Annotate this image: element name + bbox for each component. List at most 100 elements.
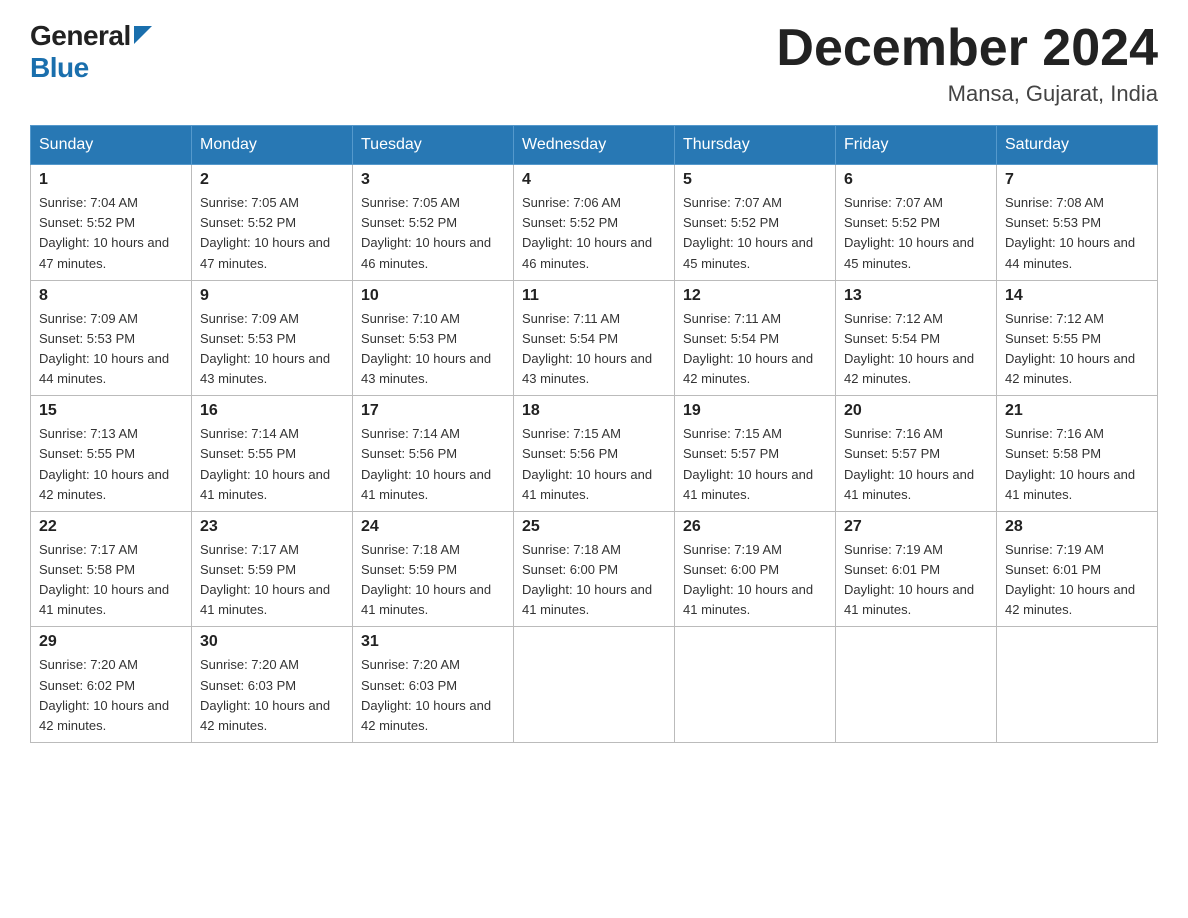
day-info: Sunrise: 7:05 AMSunset: 5:52 PMDaylight:… xyxy=(361,193,505,274)
day-number: 6 xyxy=(844,171,988,189)
calendar-day-cell xyxy=(514,627,675,743)
calendar-header-saturday: Saturday xyxy=(997,126,1158,165)
calendar-day-cell: 4 Sunrise: 7:06 AMSunset: 5:52 PMDayligh… xyxy=(514,165,675,281)
day-number: 4 xyxy=(522,171,666,189)
calendar-day-cell: 12 Sunrise: 7:11 AMSunset: 5:54 PMDaylig… xyxy=(675,280,836,396)
day-info: Sunrise: 7:12 AMSunset: 5:55 PMDaylight:… xyxy=(1005,309,1149,390)
day-number: 9 xyxy=(200,287,344,305)
calendar-day-cell: 15 Sunrise: 7:13 AMSunset: 5:55 PMDaylig… xyxy=(31,396,192,512)
day-info: Sunrise: 7:15 AMSunset: 5:56 PMDaylight:… xyxy=(522,424,666,505)
day-number: 10 xyxy=(361,287,505,305)
day-info: Sunrise: 7:11 AMSunset: 5:54 PMDaylight:… xyxy=(683,309,827,390)
day-info: Sunrise: 7:19 AMSunset: 6:01 PMDaylight:… xyxy=(844,540,988,621)
calendar-day-cell: 10 Sunrise: 7:10 AMSunset: 5:53 PMDaylig… xyxy=(353,280,514,396)
day-info: Sunrise: 7:19 AMSunset: 6:01 PMDaylight:… xyxy=(1005,540,1149,621)
calendar-day-cell: 29 Sunrise: 7:20 AMSunset: 6:02 PMDaylig… xyxy=(31,627,192,743)
day-info: Sunrise: 7:08 AMSunset: 5:53 PMDaylight:… xyxy=(1005,193,1149,274)
calendar-day-cell: 23 Sunrise: 7:17 AMSunset: 5:59 PMDaylig… xyxy=(192,511,353,627)
day-number: 2 xyxy=(200,171,344,189)
day-number: 13 xyxy=(844,287,988,305)
day-info: Sunrise: 7:15 AMSunset: 5:57 PMDaylight:… xyxy=(683,424,827,505)
day-info: Sunrise: 7:09 AMSunset: 5:53 PMDaylight:… xyxy=(39,309,183,390)
calendar-header-tuesday: Tuesday xyxy=(353,126,514,165)
logo-arrow-icon xyxy=(134,26,152,44)
location-text: Mansa, Gujarat, India xyxy=(776,81,1158,107)
calendar-day-cell xyxy=(675,627,836,743)
calendar-day-cell: 28 Sunrise: 7:19 AMSunset: 6:01 PMDaylig… xyxy=(997,511,1158,627)
day-number: 19 xyxy=(683,402,827,420)
calendar-day-cell: 21 Sunrise: 7:16 AMSunset: 5:58 PMDaylig… xyxy=(997,396,1158,512)
day-number: 7 xyxy=(1005,171,1149,189)
day-number: 30 xyxy=(200,633,344,651)
day-info: Sunrise: 7:04 AMSunset: 5:52 PMDaylight:… xyxy=(39,193,183,274)
calendar-day-cell xyxy=(997,627,1158,743)
calendar-day-cell: 17 Sunrise: 7:14 AMSunset: 5:56 PMDaylig… xyxy=(353,396,514,512)
day-number: 29 xyxy=(39,633,183,651)
calendar-header-sunday: Sunday xyxy=(31,126,192,165)
day-number: 20 xyxy=(844,402,988,420)
calendar-week-row: 1 Sunrise: 7:04 AMSunset: 5:52 PMDayligh… xyxy=(31,165,1158,281)
calendar-day-cell: 27 Sunrise: 7:19 AMSunset: 6:01 PMDaylig… xyxy=(836,511,997,627)
day-number: 1 xyxy=(39,171,183,189)
day-info: Sunrise: 7:13 AMSunset: 5:55 PMDaylight:… xyxy=(39,424,183,505)
calendar-week-row: 15 Sunrise: 7:13 AMSunset: 5:55 PMDaylig… xyxy=(31,396,1158,512)
header-right: December 2024 Mansa, Gujarat, India xyxy=(776,20,1158,107)
day-number: 11 xyxy=(522,287,666,305)
day-number: 21 xyxy=(1005,402,1149,420)
calendar-day-cell: 26 Sunrise: 7:19 AMSunset: 6:00 PMDaylig… xyxy=(675,511,836,627)
calendar-day-cell: 6 Sunrise: 7:07 AMSunset: 5:52 PMDayligh… xyxy=(836,165,997,281)
calendar-day-cell: 8 Sunrise: 7:09 AMSunset: 5:53 PMDayligh… xyxy=(31,280,192,396)
day-number: 26 xyxy=(683,518,827,536)
calendar-day-cell: 30 Sunrise: 7:20 AMSunset: 6:03 PMDaylig… xyxy=(192,627,353,743)
day-info: Sunrise: 7:05 AMSunset: 5:52 PMDaylight:… xyxy=(200,193,344,274)
day-number: 8 xyxy=(39,287,183,305)
calendar-header-friday: Friday xyxy=(836,126,997,165)
calendar-day-cell: 5 Sunrise: 7:07 AMSunset: 5:52 PMDayligh… xyxy=(675,165,836,281)
day-number: 23 xyxy=(200,518,344,536)
calendar-day-cell: 2 Sunrise: 7:05 AMSunset: 5:52 PMDayligh… xyxy=(192,165,353,281)
calendar-week-row: 29 Sunrise: 7:20 AMSunset: 6:02 PMDaylig… xyxy=(31,627,1158,743)
calendar-header-thursday: Thursday xyxy=(675,126,836,165)
day-number: 17 xyxy=(361,402,505,420)
calendar-table: SundayMondayTuesdayWednesdayThursdayFrid… xyxy=(30,125,1158,743)
day-info: Sunrise: 7:20 AMSunset: 6:03 PMDaylight:… xyxy=(361,655,505,736)
calendar-day-cell: 22 Sunrise: 7:17 AMSunset: 5:58 PMDaylig… xyxy=(31,511,192,627)
day-info: Sunrise: 7:07 AMSunset: 5:52 PMDaylight:… xyxy=(844,193,988,274)
day-info: Sunrise: 7:20 AMSunset: 6:03 PMDaylight:… xyxy=(200,655,344,736)
calendar-header-monday: Monday xyxy=(192,126,353,165)
calendar-day-cell: 3 Sunrise: 7:05 AMSunset: 5:52 PMDayligh… xyxy=(353,165,514,281)
calendar-day-cell: 1 Sunrise: 7:04 AMSunset: 5:52 PMDayligh… xyxy=(31,165,192,281)
calendar-day-cell: 7 Sunrise: 7:08 AMSunset: 5:53 PMDayligh… xyxy=(997,165,1158,281)
logo: General Blue xyxy=(30,20,152,84)
calendar-week-row: 8 Sunrise: 7:09 AMSunset: 5:53 PMDayligh… xyxy=(31,280,1158,396)
day-number: 14 xyxy=(1005,287,1149,305)
calendar-week-row: 22 Sunrise: 7:17 AMSunset: 5:58 PMDaylig… xyxy=(31,511,1158,627)
calendar-day-cell xyxy=(836,627,997,743)
day-info: Sunrise: 7:14 AMSunset: 5:56 PMDaylight:… xyxy=(361,424,505,505)
page-header: General Blue December 2024 Mansa, Gujara… xyxy=(30,20,1158,107)
calendar-header-wednesday: Wednesday xyxy=(514,126,675,165)
day-number: 27 xyxy=(844,518,988,536)
calendar-day-cell: 16 Sunrise: 7:14 AMSunset: 5:55 PMDaylig… xyxy=(192,396,353,512)
day-number: 12 xyxy=(683,287,827,305)
day-number: 28 xyxy=(1005,518,1149,536)
day-info: Sunrise: 7:09 AMSunset: 5:53 PMDaylight:… xyxy=(200,309,344,390)
calendar-header-row: SundayMondayTuesdayWednesdayThursdayFrid… xyxy=(31,126,1158,165)
logo-general-text: General xyxy=(30,20,131,52)
calendar-day-cell: 31 Sunrise: 7:20 AMSunset: 6:03 PMDaylig… xyxy=(353,627,514,743)
day-info: Sunrise: 7:18 AMSunset: 5:59 PMDaylight:… xyxy=(361,540,505,621)
day-number: 3 xyxy=(361,171,505,189)
day-number: 24 xyxy=(361,518,505,536)
day-number: 22 xyxy=(39,518,183,536)
day-number: 25 xyxy=(522,518,666,536)
calendar-day-cell: 11 Sunrise: 7:11 AMSunset: 5:54 PMDaylig… xyxy=(514,280,675,396)
day-number: 5 xyxy=(683,171,827,189)
day-info: Sunrise: 7:19 AMSunset: 6:00 PMDaylight:… xyxy=(683,540,827,621)
calendar-day-cell: 18 Sunrise: 7:15 AMSunset: 5:56 PMDaylig… xyxy=(514,396,675,512)
day-number: 16 xyxy=(200,402,344,420)
day-info: Sunrise: 7:10 AMSunset: 5:53 PMDaylight:… xyxy=(361,309,505,390)
day-info: Sunrise: 7:18 AMSunset: 6:00 PMDaylight:… xyxy=(522,540,666,621)
day-info: Sunrise: 7:20 AMSunset: 6:02 PMDaylight:… xyxy=(39,655,183,736)
day-info: Sunrise: 7:12 AMSunset: 5:54 PMDaylight:… xyxy=(844,309,988,390)
day-number: 18 xyxy=(522,402,666,420)
